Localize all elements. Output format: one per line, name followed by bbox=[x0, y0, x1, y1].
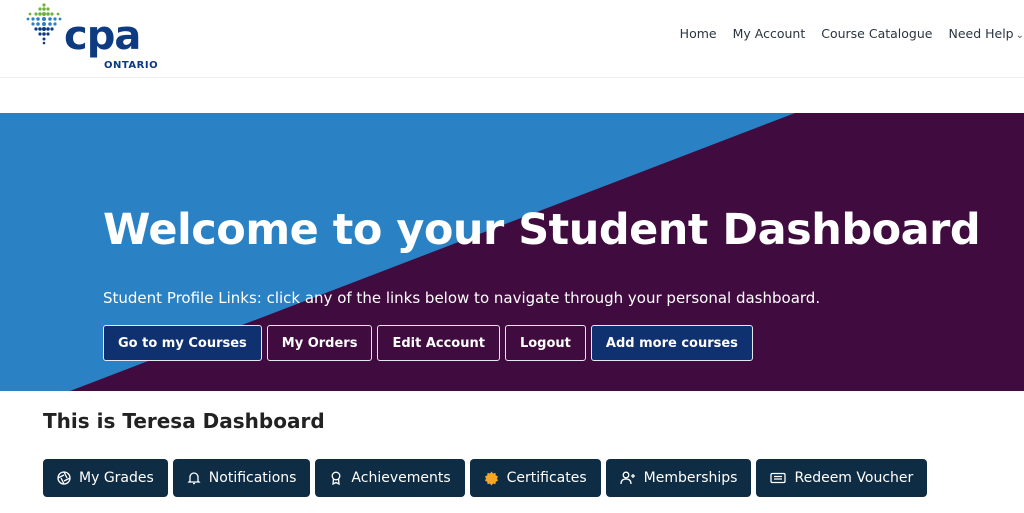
aperture-icon bbox=[57, 471, 71, 485]
go-to-my-courses-button[interactable]: Go to my Courses bbox=[103, 325, 262, 361]
hero-banner: Welcome to your Student Dashboard Studen… bbox=[0, 113, 1024, 391]
main-nav: Home My Account Course Catalogue Need He… bbox=[680, 22, 1024, 44]
maple-leaf-dots-icon bbox=[26, 3, 62, 45]
site-header: cpa ONTARIO Home My Account Course Catal… bbox=[0, 0, 1024, 78]
hero-subtitle: Student Profile Links: click any of the … bbox=[103, 289, 821, 307]
dashboard-tabs: My Grades Notifications Achievements Cer… bbox=[43, 459, 928, 497]
tab-achievements[interactable]: Achievements bbox=[315, 459, 465, 497]
award-icon bbox=[331, 471, 341, 485]
tab-label: Notifications bbox=[208, 470, 297, 486]
tab-notifications[interactable]: Notifications bbox=[172, 459, 311, 497]
nav-need-help-label: Need Help bbox=[948, 25, 1014, 41]
add-more-courses-button[interactable]: Add more courses bbox=[590, 325, 753, 361]
dashboard-title: This is Teresa Dashboard bbox=[43, 409, 325, 433]
logo-subtext: ONTARIO bbox=[104, 60, 159, 71]
ticket-icon bbox=[770, 472, 787, 484]
my-orders-button[interactable]: My Orders bbox=[266, 325, 373, 361]
logout-button[interactable]: Logout bbox=[504, 325, 586, 361]
bell-icon bbox=[187, 472, 201, 485]
edit-account-button[interactable]: Edit Account bbox=[377, 325, 500, 361]
nav-course-catalogue-link[interactable]: Course Catalogue bbox=[821, 26, 932, 41]
tab-label: Certificates bbox=[506, 470, 587, 486]
cpa-ontario-logo[interactable]: cpa ONTARIO bbox=[24, 2, 164, 74]
tab-label: Memberships bbox=[643, 470, 738, 486]
seal-icon bbox=[484, 470, 498, 486]
tab-my-grades[interactable]: My Grades bbox=[43, 459, 168, 497]
profile-links: Go to my Courses My Orders Edit Account … bbox=[103, 325, 753, 361]
user-plus-icon bbox=[620, 471, 635, 485]
nav-home-link[interactable]: Home bbox=[680, 26, 717, 41]
nav-need-help-menu[interactable]: Need Help ⌄ bbox=[948, 26, 1024, 41]
chevron-down-icon: ⌄ bbox=[1015, 29, 1024, 41]
tab-label: Achievements bbox=[351, 470, 451, 486]
nav-my-account-link[interactable]: My Account bbox=[733, 26, 806, 41]
tab-certificates[interactable]: Certificates bbox=[469, 459, 601, 497]
tab-label: Redeem Voucher bbox=[794, 470, 914, 486]
tab-label: My Grades bbox=[79, 470, 154, 486]
hero-title: Welcome to your Student Dashboard bbox=[103, 205, 981, 255]
logo-wordmark: cpa bbox=[64, 13, 141, 59]
tab-memberships[interactable]: Memberships bbox=[605, 459, 752, 497]
tab-redeem-voucher[interactable]: Redeem Voucher bbox=[756, 459, 928, 497]
